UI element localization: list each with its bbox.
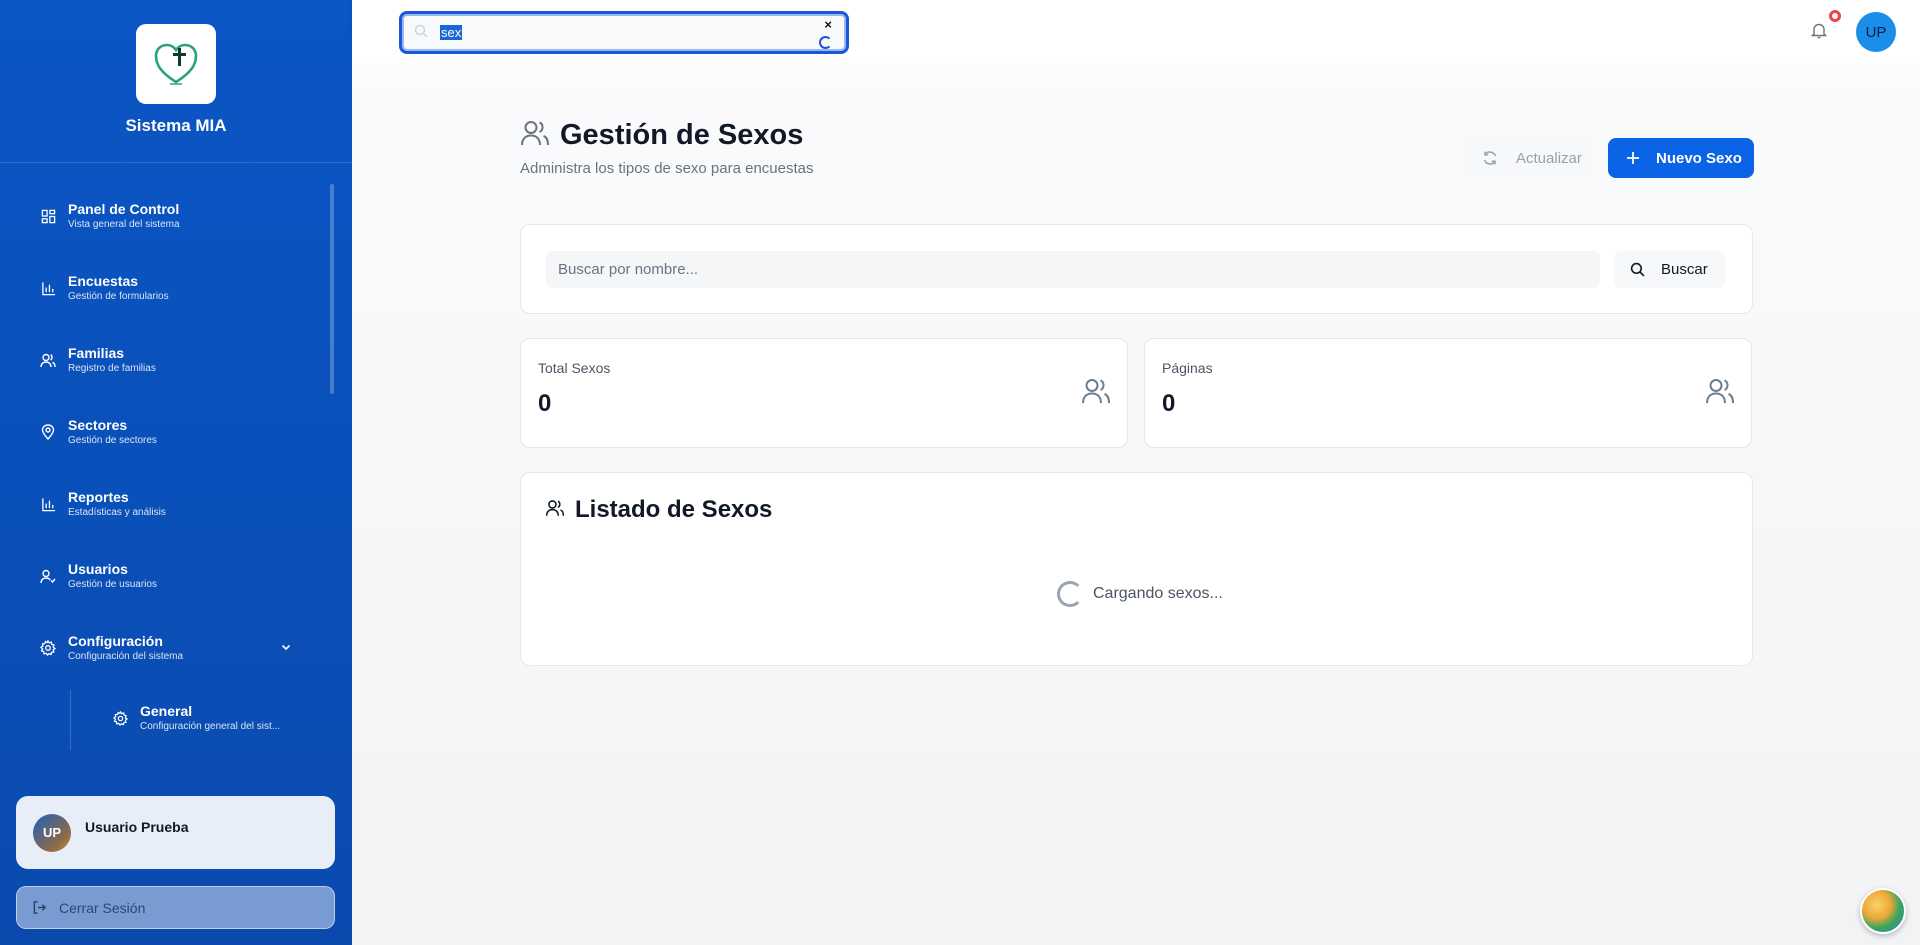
users-icon bbox=[1705, 377, 1735, 410]
list-card: Listado de Sexos Cargando sexos... bbox=[520, 472, 1753, 666]
sidebar-subitem-sublabel: Configuración general del sist... bbox=[140, 721, 281, 732]
users-icon bbox=[545, 499, 565, 522]
sidebar-item-label: Encuestas bbox=[68, 273, 139, 289]
refresh-label: Actualizar bbox=[1516, 149, 1582, 167]
map-pin-icon bbox=[40, 424, 56, 440]
new-sexo-button[interactable]: Nuevo Sexo bbox=[1608, 138, 1754, 178]
stat-label: Total Sexos bbox=[538, 360, 611, 376]
search-label: Buscar bbox=[1661, 261, 1708, 278]
close-icon[interactable]: × bbox=[824, 17, 832, 32]
sidebar-item-label: Sectores bbox=[68, 417, 128, 433]
sidebar-item-label: Reportes bbox=[68, 489, 129, 505]
stat-card-total: Total Sexos 0 bbox=[520, 338, 1128, 448]
sidebar-item-encuestas[interactable]: Encuestas Gestión de formularios bbox=[0, 262, 330, 314]
search-value[interactable]: sex bbox=[440, 25, 463, 40]
avatar: UP bbox=[33, 813, 71, 852]
users-icon bbox=[40, 352, 56, 368]
refresh-icon bbox=[1482, 150, 1498, 166]
sidebar-item-sublabel: Gestión de formularios bbox=[68, 291, 169, 302]
user-card[interactable]: UP Usuario Prueba bbox=[16, 796, 335, 869]
gear-icon bbox=[40, 640, 56, 656]
header-avatar[interactable]: UP bbox=[1856, 12, 1896, 52]
sidebar-item-sublabel: Registro de familias bbox=[68, 363, 156, 374]
stat-label: Páginas bbox=[1162, 360, 1213, 376]
plus-icon bbox=[1626, 151, 1640, 165]
page-header: Gestión de Sexos Administra los tipos de… bbox=[520, 119, 814, 177]
sidebar-item-configuracion[interactable]: Configuración Configuración del sistema bbox=[0, 622, 330, 674]
sidebar-scrollbar[interactable] bbox=[330, 184, 334, 394]
sidebar-item-familias[interactable]: Familias Registro de familias bbox=[0, 334, 330, 386]
sidebar-subitem-general[interactable]: General Configuración general del sist... bbox=[70, 690, 330, 746]
bar-chart-icon bbox=[40, 280, 56, 296]
users-icon bbox=[1081, 377, 1111, 410]
sidebar-item-usuarios[interactable]: Usuarios Gestión de usuarios bbox=[0, 550, 330, 602]
search-icon bbox=[1630, 262, 1645, 277]
name-search-input[interactable] bbox=[546, 251, 1600, 288]
loading-indicator: Cargando sexos... bbox=[1057, 581, 1223, 607]
sidebar-item-panel-de-control[interactable]: Panel de Control Vista general del sistem… bbox=[0, 190, 330, 242]
main-content: Gestión de Sexos Administra los tipos de… bbox=[352, 63, 1920, 945]
page-title: Gestión de Sexos bbox=[560, 119, 804, 151]
list-title: Listado de Sexos bbox=[575, 496, 773, 523]
stat-value: 0 bbox=[1162, 390, 1176, 417]
heart-cross-icon bbox=[154, 43, 198, 85]
loading-spinner-icon bbox=[1057, 581, 1083, 607]
sidebar-item-sublabel: Gestión de sectores bbox=[68, 435, 157, 446]
brand: Sistema MIA bbox=[0, 0, 352, 163]
sidebar-nav: Panel de Control Vista general del sistem… bbox=[0, 180, 352, 750]
sidebar-item-label: Panel de Control bbox=[68, 201, 180, 217]
bell-icon[interactable] bbox=[1810, 22, 1828, 44]
stat-value: 0 bbox=[538, 390, 552, 417]
logout-label: Cerrar Sesión bbox=[59, 899, 146, 916]
top-header: sex × UP bbox=[352, 0, 1920, 63]
sidebar-item-reportes[interactable]: Reportes Estadísticas y análisis bbox=[0, 478, 330, 530]
filter-card: Buscar bbox=[520, 224, 1753, 314]
logout-button[interactable]: Cerrar Sesión bbox=[16, 886, 335, 929]
search-icon bbox=[414, 24, 428, 43]
sidebar-item-label: Configuración bbox=[68, 633, 163, 649]
loading-spinner-icon bbox=[819, 36, 832, 49]
user-name: Usuario Prueba bbox=[85, 818, 189, 835]
sidebar-item-label: Familias bbox=[68, 345, 125, 361]
chevron-down-icon[interactable] bbox=[280, 640, 292, 658]
user-check-icon bbox=[40, 568, 56, 584]
sidebar-item-sublabel: Vista general del sistema bbox=[68, 219, 180, 230]
page-subtitle: Administra los tipos de sexo para encues… bbox=[520, 160, 814, 177]
refresh-button[interactable]: Actualizar bbox=[1464, 138, 1594, 178]
sidebar: Sistema MIA Panel de Control Vista genera… bbox=[0, 0, 352, 945]
assistant-floating-button[interactable] bbox=[1860, 888, 1906, 934]
notification-badge bbox=[1829, 10, 1841, 22]
sidebar-item-sublabel: Gestión de usuarios bbox=[68, 579, 157, 590]
sidebar-item-sectores[interactable]: Sectores Gestión de sectores bbox=[0, 406, 330, 458]
dashboard-icon bbox=[40, 208, 56, 224]
search-button[interactable]: Buscar bbox=[1614, 251, 1725, 288]
sidebar-item-sublabel: Estadísticas y análisis bbox=[68, 507, 166, 518]
loading-text: Cargando sexos... bbox=[1093, 585, 1223, 602]
gear-icon bbox=[112, 710, 128, 726]
sidebar-item-label: Usuarios bbox=[68, 561, 128, 577]
brand-title: Sistema MIA bbox=[125, 116, 227, 135]
logout-icon bbox=[31, 900, 47, 916]
new-sexo-label: Nuevo Sexo bbox=[1656, 149, 1742, 167]
global-search-input[interactable]: sex × bbox=[399, 11, 849, 54]
sidebar-subitem-label: General bbox=[140, 703, 193, 719]
sidebar-item-sublabel: Configuración del sistema bbox=[68, 651, 184, 662]
users-icon bbox=[520, 119, 550, 152]
logo[interactable] bbox=[136, 24, 216, 104]
bar-chart-icon bbox=[40, 496, 56, 512]
stat-card-pages: Páginas 0 bbox=[1144, 338, 1752, 448]
